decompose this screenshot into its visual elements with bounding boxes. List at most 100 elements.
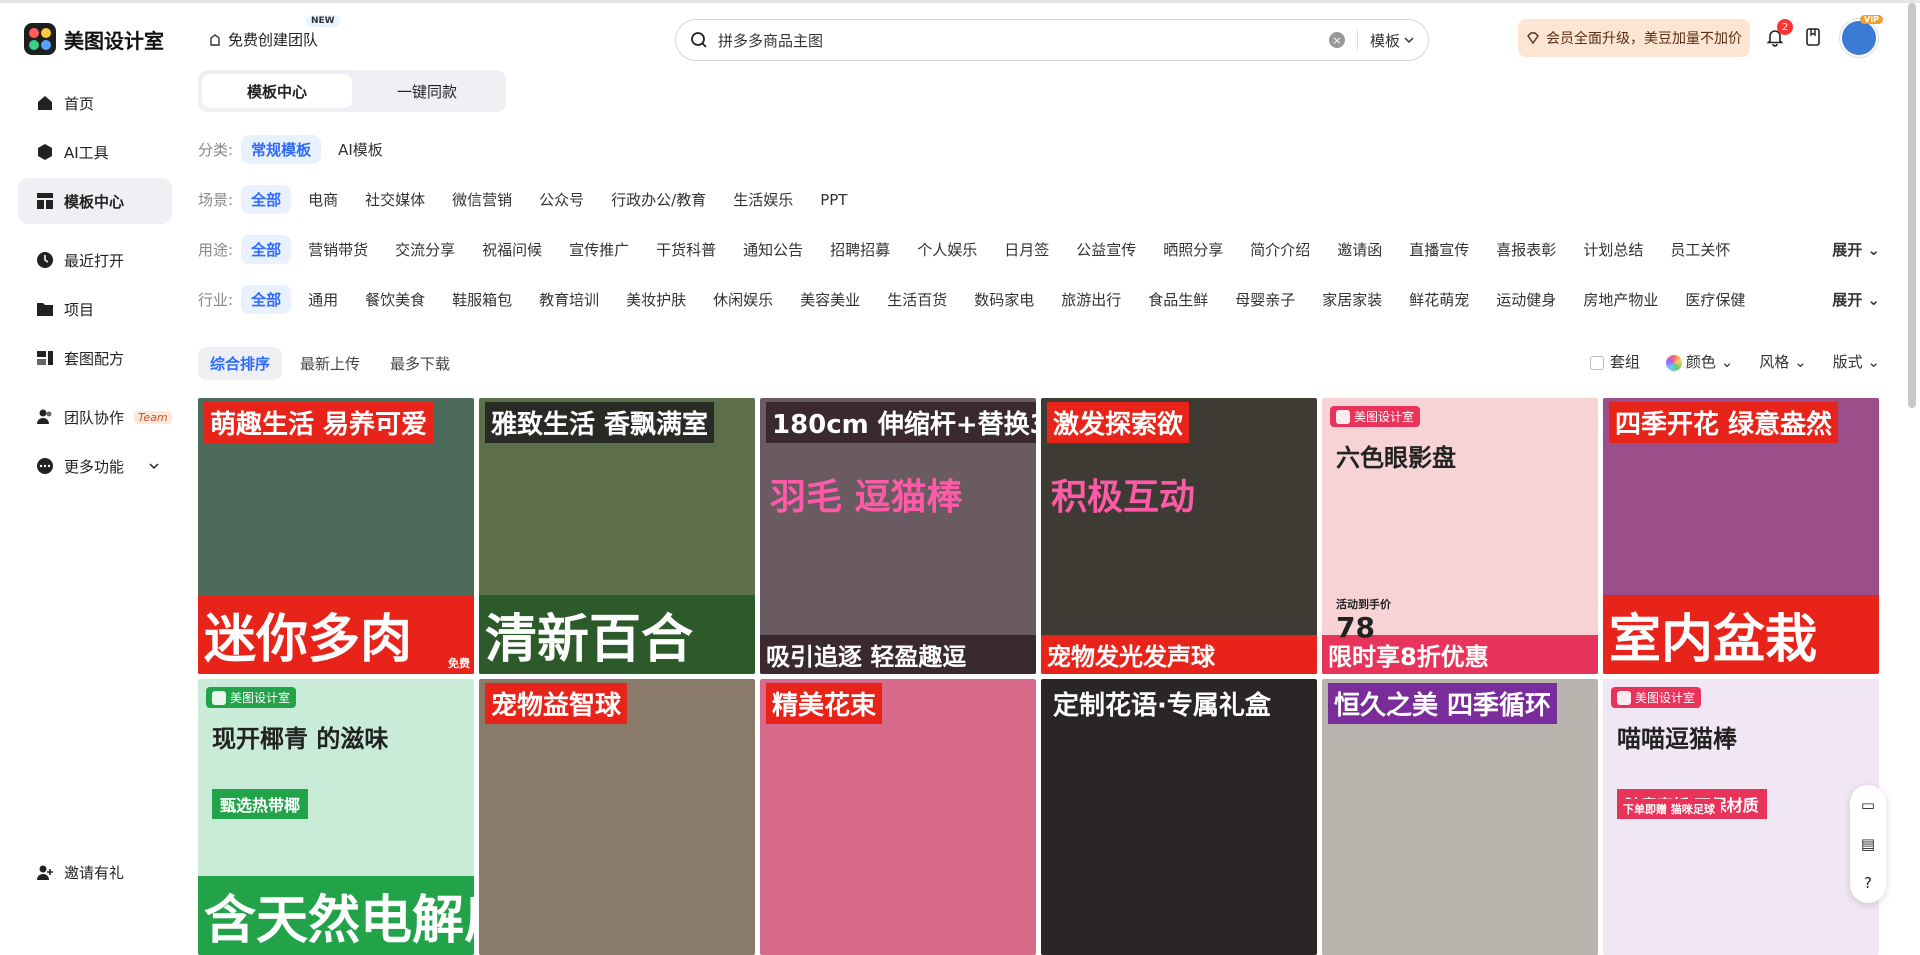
- chip-industry-1[interactable]: 通用: [298, 285, 348, 314]
- chip-scene-2[interactable]: 社交媒体: [355, 185, 435, 214]
- chip-scene-1[interactable]: 电商: [298, 185, 348, 214]
- chip-usage-10[interactable]: 公益宣传: [1066, 235, 1146, 264]
- template-card-feather-cat-toy[interactable]: 180cm 伸缩杆+替换3个羽毛羽毛 逗猫棒吸引追逐 轻盈趣逗: [760, 398, 1036, 674]
- card-bottom-text: 迷你多肉: [198, 595, 474, 674]
- chip-usage-7[interactable]: 招聘招募: [820, 235, 900, 264]
- clear-icon[interactable]: ×: [1328, 32, 1345, 48]
- search-bar[interactable]: 拼多多商品主图 × 模板: [675, 19, 1429, 61]
- chip-usage-2[interactable]: 交流分享: [385, 235, 465, 264]
- chip-industry-14[interactable]: 鲜花萌宠: [1399, 285, 1479, 314]
- chip-scene-6[interactable]: 生活娱乐: [723, 185, 803, 214]
- sidebar-item-team[interactable]: 团队协作 Team: [18, 394, 172, 440]
- template-card-pet-ball[interactable]: 激发探索欲 积极互动 宠物发光发声球: [1041, 398, 1317, 674]
- chip-usage-9[interactable]: 日月签: [994, 235, 1059, 264]
- sidebar-item-ai-tools[interactable]: AI工具: [18, 129, 172, 175]
- chip-industry-0[interactable]: 全部: [241, 285, 292, 314]
- card-top-text: 六色眼影盘: [1336, 444, 1456, 472]
- bookmark-icon[interactable]: ▭: [1861, 796, 1875, 814]
- set-filter[interactable]: 套组: [1589, 351, 1640, 372]
- chip-scene-7[interactable]: PPT: [810, 187, 857, 213]
- search-type-dropdown[interactable]: 模板: [1370, 30, 1414, 51]
- chip-usage-11[interactable]: 晒照分享: [1153, 235, 1233, 264]
- expand-label: 展开: [1832, 291, 1863, 309]
- template-card-bougainvillea[interactable]: 四季开花 绿意盎然 室内盆栽: [1603, 398, 1879, 674]
- tab-one-click-clone[interactable]: 一键同款: [352, 74, 502, 108]
- create-team-button[interactable]: 免费创建团队 NEW: [208, 15, 340, 50]
- chip-scene-4[interactable]: 公众号: [529, 185, 594, 214]
- chip-industry-12[interactable]: 母婴亲子: [1225, 285, 1305, 314]
- chip-usage-12[interactable]: 简介介绍: [1240, 235, 1320, 264]
- chip-industry-6[interactable]: 休闲娱乐: [703, 285, 783, 314]
- avatar[interactable]: [1840, 19, 1878, 57]
- chip-industry-3[interactable]: 鞋服箱包: [442, 285, 522, 314]
- chip-industry-2[interactable]: 餐饮美食: [355, 285, 435, 314]
- sidebar-item-home[interactable]: 首页: [18, 80, 172, 126]
- tab-template-center[interactable]: 模板中心: [202, 74, 352, 108]
- sort-most-downloaded[interactable]: 最多下载: [378, 347, 462, 380]
- filter-label: 场景:: [198, 191, 234, 209]
- invite-button[interactable]: 邀请有礼: [36, 862, 124, 883]
- feedback-icon[interactable]: ▤: [1861, 835, 1875, 853]
- chip-industry-16[interactable]: 房地产物业: [1573, 285, 1668, 314]
- template-card-rose-gift-box[interactable]: 定制花语·专属礼盒: [1041, 679, 1317, 955]
- chip-industry-10[interactable]: 旅游出行: [1051, 285, 1131, 314]
- layout-filter[interactable]: 版式 ⌄: [1833, 351, 1880, 372]
- template-card-cat-teaser[interactable]: 美图设计室喵喵逗猫棒随意弯折 环保材质下单即赠 猫咪足球: [1603, 679, 1879, 955]
- template-card-eyeshadow[interactable]: 美图设计室 六色眼影盘 限时享8折优惠 78 活动到手价: [1322, 398, 1598, 674]
- style-filter[interactable]: 风格 ⌄: [1759, 351, 1806, 372]
- chip-industry-17[interactable]: 医疗保健: [1675, 285, 1755, 314]
- color-filter[interactable]: 颜色 ⌄: [1665, 351, 1733, 372]
- set-checkbox[interactable]: [1589, 355, 1604, 370]
- chip-usage-13[interactable]: 邀请函: [1327, 235, 1392, 264]
- layout-label: 版式: [1832, 353, 1863, 371]
- chip-industry-7[interactable]: 美容美业: [790, 285, 870, 314]
- vip-upgrade-button[interactable]: 会员全面升级，美豆加量不加价: [1518, 19, 1750, 57]
- sidebar-item-label: 首页: [64, 94, 95, 113]
- chip-usage-5[interactable]: 干货科普: [646, 235, 726, 264]
- logo[interactable]: 美图设计室: [24, 23, 164, 55]
- chip-industry-11[interactable]: 食品生鲜: [1138, 285, 1218, 314]
- sidebar-item-recipes[interactable]: 套图配方: [18, 335, 172, 381]
- chip-usage-6[interactable]: 通知公告: [733, 235, 813, 264]
- template-card-white-roses[interactable]: 恒久之美 四季循环: [1322, 679, 1598, 955]
- chip-usage-3[interactable]: 祝福问候: [472, 235, 552, 264]
- template-card-coconut-drink[interactable]: 美图设计室现开椰青 的滋味甄选热带椰含天然电解质: [198, 679, 474, 955]
- chip-regular-template[interactable]: 常规模板: [241, 135, 322, 164]
- sidebar-item-recent[interactable]: 最近打开: [18, 237, 172, 283]
- chip-usage-0[interactable]: 全部: [241, 235, 292, 264]
- help-icon[interactable]: ?: [1864, 874, 1872, 892]
- expand-industry-button[interactable]: 展开 ⌄: [1832, 289, 1880, 310]
- sort-comprehensive[interactable]: 综合排序: [198, 347, 283, 380]
- sidebar-item-projects[interactable]: 项目: [18, 286, 172, 332]
- expand-usage-button[interactable]: 展开 ⌄: [1832, 239, 1880, 260]
- notification-button[interactable]: 2: [1765, 19, 1793, 51]
- chip-industry-4[interactable]: 教育培训: [529, 285, 609, 314]
- chip-usage-4[interactable]: 宣传推广: [559, 235, 639, 264]
- chip-usage-14[interactable]: 直播宣传: [1399, 235, 1479, 264]
- chip-scene-5[interactable]: 行政办公/教育: [601, 185, 716, 214]
- favorites-button[interactable]: [1804, 27, 1822, 51]
- scrollbar[interactable]: [1908, 3, 1916, 408]
- chip-industry-8[interactable]: 生活百货: [877, 285, 957, 314]
- chip-industry-15[interactable]: 运动健身: [1486, 285, 1566, 314]
- chip-industry-5[interactable]: 美妆护肤: [616, 285, 696, 314]
- chip-usage-8[interactable]: 个人娱乐: [907, 235, 987, 264]
- chip-scene-3[interactable]: 微信营销: [442, 185, 522, 214]
- chip-scene-0[interactable]: 全部: [241, 185, 292, 214]
- sidebar-item-templates[interactable]: 模板中心: [18, 178, 172, 224]
- template-card-cat-ball[interactable]: 宠物益智球: [479, 679, 755, 955]
- chip-usage-1[interactable]: 营销带货: [298, 235, 378, 264]
- sort-newest[interactable]: 最新上传: [288, 347, 372, 380]
- sidebar-item-more[interactable]: 更多功能: [18, 443, 172, 489]
- chip-usage-15[interactable]: 喜报表彰: [1486, 235, 1566, 264]
- chip-ai-template[interactable]: AI模板: [328, 135, 393, 164]
- search-input[interactable]: 拼多多商品主图: [718, 30, 1329, 51]
- chip-industry-9[interactable]: 数码家电: [964, 285, 1044, 314]
- card-bottom-text: 清新百合: [479, 595, 755, 674]
- chip-industry-13[interactable]: 家居家装: [1312, 285, 1392, 314]
- chip-usage-16[interactable]: 计划总结: [1573, 235, 1653, 264]
- template-card-lily[interactable]: 雅致生活 香飘满室 清新百合: [479, 398, 755, 674]
- template-card-succulent[interactable]: 萌趣生活 易养可爱 迷你多肉 免费: [198, 398, 474, 674]
- chip-usage-17[interactable]: 员工关怀: [1660, 235, 1740, 264]
- template-card-rose-bouquet[interactable]: 精美花束: [760, 679, 1036, 955]
